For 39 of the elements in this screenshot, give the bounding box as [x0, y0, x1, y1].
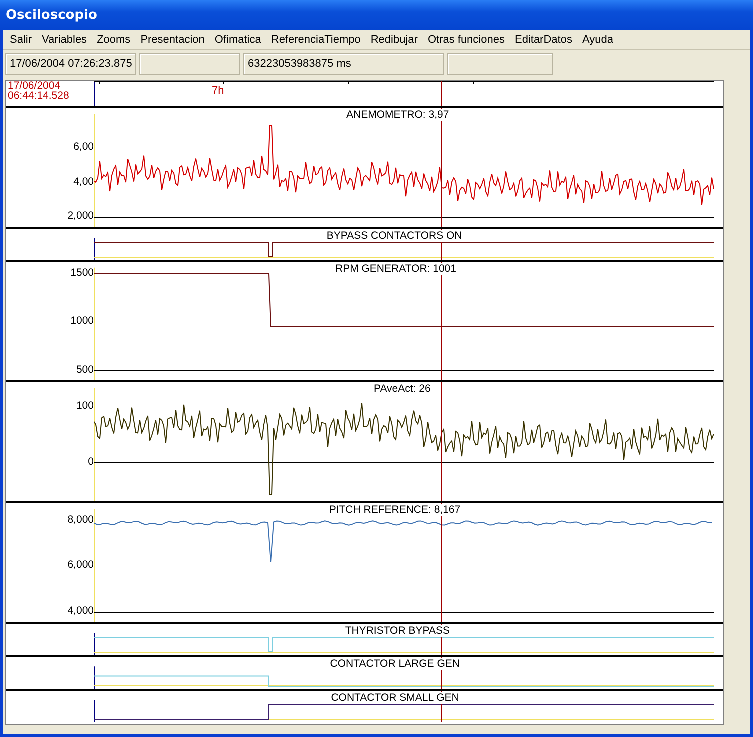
channel-title: PITCH REFERENCE: 8,167	[327, 504, 463, 516]
menu-item[interactable]: Ofimatica	[210, 34, 266, 46]
axis-tick-label: 1000	[70, 314, 94, 327]
menu-item[interactable]: Variables	[37, 34, 92, 46]
status-field: 63223053983875 ms	[243, 53, 444, 75]
menu-item[interactable]: Zooms	[92, 34, 136, 46]
axis-tick-label: 4,000	[68, 605, 94, 618]
axis-tick-label: 500	[76, 363, 94, 376]
window-title: Osciloscopio	[6, 8, 98, 22]
axis-tick-label: 6,00	[74, 141, 94, 154]
menu-item[interactable]: Otras funciones	[422, 34, 510, 46]
time-tick-label: 7h	[212, 85, 224, 97]
axis-line	[94, 700, 95, 722]
axis-tick-label: 0	[88, 456, 94, 468]
channel-title: RPM GENERATOR: 1001	[334, 263, 458, 275]
axis-line	[94, 666, 95, 689]
axis-line	[94, 238, 95, 260]
channel-title: THYRISTOR BYPASS	[343, 625, 452, 637]
menu-item[interactable]: Presentacion	[136, 34, 210, 46]
status-field: 17/06/2004 07:26:23.875	[5, 53, 136, 75]
start-date: 17/06/2004	[7, 81, 61, 91]
channel-title: ANEMOMETRO: 3,97	[344, 109, 452, 121]
menu-item[interactable]: Ayuda	[577, 34, 618, 46]
channel-title: PAveAct: 26	[372, 383, 433, 395]
axis-tick-label: 4,00	[74, 176, 94, 188]
axis-line	[94, 632, 95, 655]
channel-title: BYPASS CONTACTORS ON	[324, 230, 464, 242]
menu-item[interactable]: Redibujar	[366, 34, 423, 46]
axis-tick-label: 100	[76, 400, 94, 412]
menu-item[interactable]: EditarDatos	[510, 34, 578, 46]
axis-tick-label: 2,000	[68, 210, 94, 222]
axis-tick-label: 1500	[70, 266, 94, 279]
menu-item[interactable]: ReferenciaTiempo	[266, 34, 366, 46]
channel-title: CONTACTOR SMALL GEN	[329, 692, 462, 704]
axis-tick-label: 6,000	[68, 558, 94, 571]
menu-item[interactable]: Salir	[5, 34, 38, 46]
axis-tick-label: 8,000	[68, 514, 94, 526]
start-time: 06:44:14.528	[7, 91, 70, 101]
channel-title: CONTACTOR LARGE GEN	[328, 658, 462, 670]
